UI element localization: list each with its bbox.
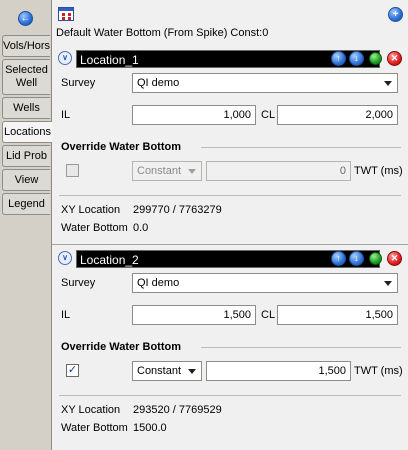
tab-label: View [14,173,39,186]
tab-lid-prob[interactable]: Lid Prob [2,145,50,167]
chevron-down-icon [188,169,196,174]
table-icon[interactable] [58,7,74,21]
side-tab-strip: ← Vols/Hors Selected Well Wells Location… [0,0,52,450]
divider [59,395,401,396]
water-bottom-label: Water Bottom [61,422,128,434]
twt-unit-label: TWT (ms) [354,365,403,377]
il-input[interactable]: 1,500 [132,305,256,325]
tab-selected-well[interactable]: Selected Well [2,59,50,95]
tab-vols-hors[interactable]: Vols/Hors [2,35,50,57]
mode-select[interactable]: Constant [132,361,202,381]
add-location-icon[interactable]: + [388,7,403,22]
tab-label: Lid Prob [6,149,47,162]
chevron-down-icon [188,369,196,374]
tab-label: Legend [8,197,45,210]
delete-location-icon[interactable]: ✕ [387,251,402,266]
cl-label: CL [261,309,276,321]
twt-unit-label: TWT (ms) [354,165,403,177]
const-value-text: Const:0 [230,27,269,39]
tab-locations[interactable]: Locations [2,121,52,143]
mode-value: Constant [137,165,182,177]
location-header: ∨ Location_1 ↑ ↓ ✕ [55,50,405,68]
divider [201,147,401,148]
survey-select[interactable]: QI demo [132,73,398,93]
status-green-icon[interactable] [369,52,382,65]
override-water-bottom-heading: Override Water Bottom [61,141,182,153]
tab-wells[interactable]: Wells [2,97,50,119]
mode-value: Constant [137,365,182,377]
default-water-bottom-text: Default Water Bottom (From Spike) [56,27,228,39]
collapse-icon[interactable]: ∨ [58,251,72,265]
default-water-bottom-label: Default Water Bottom (From Spike) Const:… [56,26,268,40]
tab-view[interactable]: View [2,169,50,191]
xy-location-label: XY Location [61,204,121,216]
override-checkbox[interactable] [66,164,79,177]
override-water-bottom-heading: Override Water Bottom [61,341,182,353]
collapse-icon[interactable]: ∨ [58,51,72,65]
card-separator [52,244,408,245]
chevron-down-icon [384,281,392,286]
survey-value: QI demo [137,277,180,289]
move-down-icon[interactable]: ↓ [349,251,364,266]
cl-input[interactable]: 2,000 [277,105,398,125]
il-label: IL [61,309,71,321]
delete-location-icon[interactable]: ✕ [387,51,402,66]
water-bottom-value: 1500.0 [133,422,167,434]
move-up-icon[interactable]: ↑ [331,51,346,66]
override-checkbox[interactable]: ✓ [66,364,79,377]
xy-location-label: XY Location [61,404,121,416]
tab-label: Wells [13,101,40,114]
il-label: IL [61,109,71,121]
tab-label: Vols/Hors [2,39,51,52]
tab-label: Selected Well [5,64,48,89]
back-arrow-icon[interactable]: ← [18,11,33,26]
survey-value: QI demo [137,77,180,89]
twt-input[interactable]: 0 [206,161,351,181]
tab-label: Locations [3,125,52,138]
water-bottom-label: Water Bottom [61,222,128,234]
twt-input[interactable]: 1,500 [206,361,351,381]
status-green-icon[interactable] [369,252,382,265]
move-down-icon[interactable]: ↓ [349,51,364,66]
survey-label: Survey [61,277,96,289]
water-bottom-value: 0.0 [133,222,149,234]
location-card: ∨ Location_2 ↑ ↓ ✕ Survey QI demo IL 1,5… [55,250,405,445]
divider [201,347,401,348]
tab-legend[interactable]: Legend [2,193,50,215]
divider [59,195,401,196]
location-card: ∨ Location_1 ↑ ↓ ✕ Survey QI demo IL 1,0… [55,50,405,240]
mode-select[interactable]: Constant [132,161,202,181]
move-up-icon[interactable]: ↑ [331,251,346,266]
cl-input[interactable]: 1,500 [277,305,398,325]
xy-location-value: 293520 / 7769529 [133,404,222,416]
chevron-down-icon [384,81,392,86]
survey-label: Survey [61,77,96,89]
cl-label: CL [261,109,276,121]
xy-location-value: 299770 / 7763279 [133,204,222,216]
survey-select[interactable]: QI demo [132,273,398,293]
location-header: ∨ Location_2 ↑ ↓ ✕ [55,250,405,268]
il-input[interactable]: 1,000 [132,105,256,125]
